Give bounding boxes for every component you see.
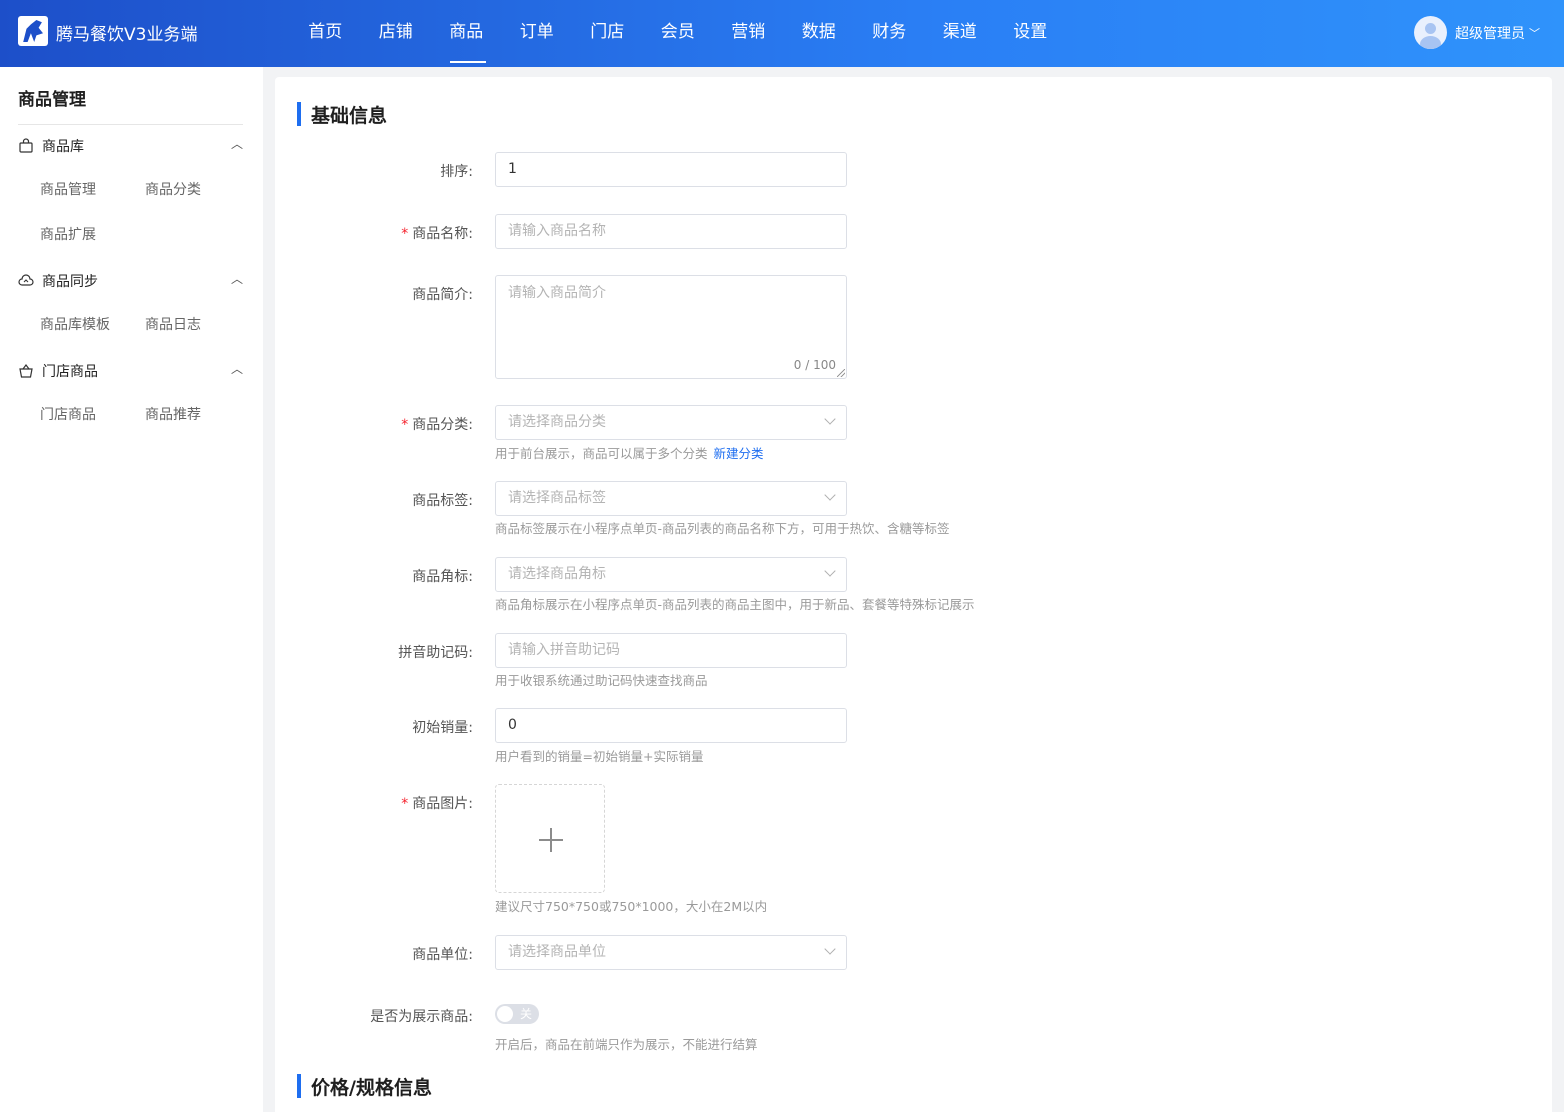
category-label: * 商品分类: — [401, 417, 473, 433]
sidebar-group-goods-sync[interactable]: 商品同步 ︿ — [18, 270, 243, 292]
sidebar-item-goods-category[interactable]: 商品分类 — [145, 179, 201, 199]
image-label-text: 商品图片: — [412, 796, 473, 812]
cloud-sync-icon — [18, 274, 34, 286]
sidebar-title: 商品管理 — [18, 90, 86, 110]
category-label-text: 商品分类: — [412, 417, 473, 433]
intro-label: 商品简介: — [412, 287, 473, 303]
sort-input[interactable]: 1 — [495, 152, 847, 187]
corner-label: 商品角标: — [412, 569, 473, 585]
char-count: 0 / 100 — [793, 358, 836, 372]
section-bar — [297, 102, 301, 126]
chevron-down-icon — [824, 565, 836, 577]
sales-hint: 用户看到的销量=初始销量+实际销量 — [495, 749, 704, 764]
nav-orders[interactable]: 订单 — [502, 0, 573, 67]
sidebar-group-label: 商品同步 — [42, 274, 98, 290]
unit-label: 商品单位: — [412, 947, 473, 963]
tag-label: 商品标签: — [412, 493, 473, 509]
image-label: * 商品图片: — [401, 796, 473, 812]
chevron-up-icon[interactable]: ︿ — [231, 360, 243, 377]
main-content: 基础信息 排序: 1 * 商品名称: 请输入商品名称 商品简介: 请输入商品简介 … — [275, 77, 1552, 1112]
category-hint: 用于前台展示，商品可以属于多个分类 新建分类 — [495, 443, 764, 462]
category-placeholder: 请选择商品分类 — [508, 414, 606, 430]
sales-input[interactable]: 0 — [495, 708, 847, 743]
section-title-basic: 基础信息 — [297, 102, 388, 127]
image-hint: 建议尺寸750*750或750*1000，大小在2M以内 — [495, 899, 768, 914]
sidebar-item-goods-recommend[interactable]: 商品推荐 — [145, 404, 201, 424]
sidebar-item-goods-manage[interactable]: 商品管理 — [40, 179, 96, 199]
intro-placeholder: 请输入商品简介 — [508, 285, 606, 301]
horse-logo-icon — [18, 16, 48, 46]
chevron-up-icon[interactable]: ︿ — [231, 135, 243, 152]
unit-select[interactable]: 请选择商品单位 — [495, 935, 847, 970]
nav-goods[interactable]: 商品 — [431, 0, 502, 67]
nav-settings[interactable]: 设置 — [995, 0, 1066, 67]
sidebar-item-goods-log[interactable]: 商品日志 — [145, 314, 201, 334]
intro-textarea[interactable]: 请输入商品简介 0 / 100 — [495, 275, 847, 379]
sidebar-item-library-template[interactable]: 商品库模板 — [40, 314, 110, 334]
avatar[interactable] — [1414, 16, 1447, 49]
category-hint-text: 用于前台展示，商品可以属于多个分类 — [495, 446, 708, 461]
user-name[interactable]: 超级管理员 — [1455, 23, 1525, 43]
sort-label: 排序: — [440, 164, 473, 180]
sidebar-group-label: 门店商品 — [42, 364, 98, 380]
tag-hint: 商品标签展示在小程序点单页-商品列表的商品名称下方，可用于热饮、含糖等标签 — [495, 521, 950, 536]
corner-select[interactable]: 请选择商品角标 — [495, 557, 847, 592]
resize-handle-icon[interactable] — [837, 369, 845, 377]
main-nav: 首页 店铺 商品 订单 门店 会员 营销 数据 财务 渠道 设置 — [290, 0, 1066, 67]
app-title: 腾马餐饮V3业务端 — [56, 25, 198, 45]
sidebar-item-store-goods[interactable]: 门店商品 — [40, 404, 96, 424]
pinyin-hint: 用于收银系统通过助记码快速查找商品 — [495, 673, 708, 688]
sidebar-item-goods-extension[interactable]: 商品扩展 — [40, 224, 96, 244]
display-hint: 开启后，商品在前端只作为展示，不能进行结算 — [495, 1037, 758, 1052]
nav-stores[interactable]: 门店 — [572, 0, 643, 67]
unit-placeholder: 请选择商品单位 — [508, 944, 606, 960]
user-menu[interactable]: 超级管理员 ﹀ — [1414, 16, 1540, 49]
nav-marketing[interactable]: 营销 — [713, 0, 784, 67]
chevron-down-icon — [824, 413, 836, 425]
display-label: 是否为展示商品: — [370, 1009, 473, 1025]
sidebar-group-label: 商品库 — [42, 139, 84, 155]
section-title-price: 价格/规格信息 — [297, 1074, 432, 1099]
nav-finance[interactable]: 财务 — [854, 0, 925, 67]
sidebar-group-goods-library[interactable]: 商品库 ︿ — [18, 135, 243, 157]
name-label: * 商品名称: — [401, 226, 473, 242]
bag-icon — [19, 138, 33, 153]
new-category-link[interactable]: 新建分类 — [714, 446, 764, 461]
corner-hint: 商品角标展示在小程序点单页-商品列表的商品主图中，用于新品、套餐等特殊标记展示 — [495, 597, 975, 612]
section-bar — [297, 1074, 301, 1098]
nav-shop[interactable]: 店铺 — [361, 0, 432, 67]
section-title-text: 基础信息 — [311, 104, 388, 127]
tag-select[interactable]: 请选择商品标签 — [495, 481, 847, 516]
sidebar-divider — [18, 124, 243, 125]
toggle-text: 关 — [519, 1007, 532, 1021]
pinyin-label: 拼音助记码: — [398, 645, 473, 661]
image-upload[interactable] — [495, 784, 605, 893]
name-label-text: 商品名称: — [412, 226, 473, 242]
corner-placeholder: 请选择商品角标 — [508, 566, 606, 582]
category-select[interactable]: 请选择商品分类 — [495, 405, 847, 440]
chevron-up-icon[interactable]: ︿ — [231, 270, 243, 287]
nav-channels[interactable]: 渠道 — [925, 0, 996, 67]
basket-icon — [19, 364, 33, 378]
section-title-text: 价格/规格信息 — [311, 1076, 432, 1099]
pinyin-input[interactable]: 请输入拼音助记码 — [495, 633, 847, 668]
tag-placeholder: 请选择商品标签 — [508, 490, 606, 506]
top-header: 腾马餐饮V3业务端 首页 店铺 商品 订单 门店 会员 营销 数据 财务 渠道 … — [0, 0, 1564, 67]
chevron-down-icon[interactable]: ﹀ — [1529, 25, 1540, 41]
chevron-down-icon — [824, 489, 836, 501]
plus-icon-vertical — [550, 828, 552, 852]
nav-data[interactable]: 数据 — [784, 0, 855, 67]
chevron-down-icon — [824, 943, 836, 955]
name-input[interactable]: 请输入商品名称 — [495, 214, 847, 249]
display-toggle[interactable]: 关 — [495, 1004, 539, 1024]
nav-home[interactable]: 首页 — [290, 0, 361, 67]
sales-label: 初始销量: — [412, 720, 473, 736]
toggle-knob — [497, 1006, 513, 1022]
sidebar: 商品管理 商品库 ︿ 商品管理 商品分类 商品扩展 商品同步 ︿ 商品库模板 商… — [0, 67, 263, 1112]
nav-members[interactable]: 会员 — [643, 0, 714, 67]
sidebar-group-store-goods[interactable]: 门店商品 ︿ — [18, 360, 243, 382]
